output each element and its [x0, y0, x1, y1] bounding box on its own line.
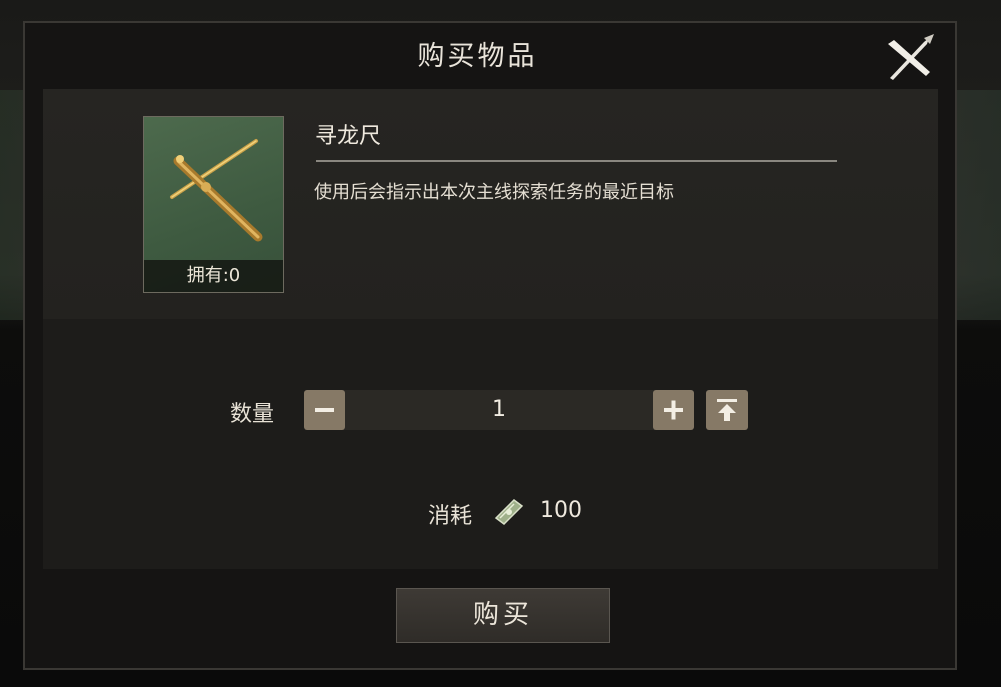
- plus-icon: [664, 400, 683, 420]
- item-icon-frame: 拥有:0: [143, 116, 284, 293]
- cost-value: 100: [540, 498, 582, 523]
- item-name: 寻龙尺: [315, 124, 382, 149]
- close-button[interactable]: [880, 28, 940, 84]
- close-x-icon: [888, 34, 934, 80]
- dialog-title: 购买物品: [417, 41, 538, 72]
- quantity-label: 数量: [230, 402, 275, 427]
- name-divider: [316, 160, 837, 162]
- item-owned-count: 拥有:0: [144, 260, 283, 292]
- quantity-decrease-button[interactable]: [304, 390, 345, 430]
- quantity-value[interactable]: 1: [342, 390, 656, 430]
- quantity-increase-button[interactable]: [653, 390, 694, 430]
- item-description: 使用后会指示出本次主线探索任务的最近目标: [314, 182, 674, 203]
- buy-button[interactable]: 购买: [396, 588, 610, 643]
- max-quantity-icon: [717, 399, 737, 421]
- quantity-max-button[interactable]: [706, 390, 748, 430]
- currency-note-icon: [494, 499, 524, 525]
- minus-icon: [315, 408, 334, 412]
- cost-label: 消耗: [428, 504, 473, 529]
- dragon-ruler-item-icon: [170, 139, 263, 242]
